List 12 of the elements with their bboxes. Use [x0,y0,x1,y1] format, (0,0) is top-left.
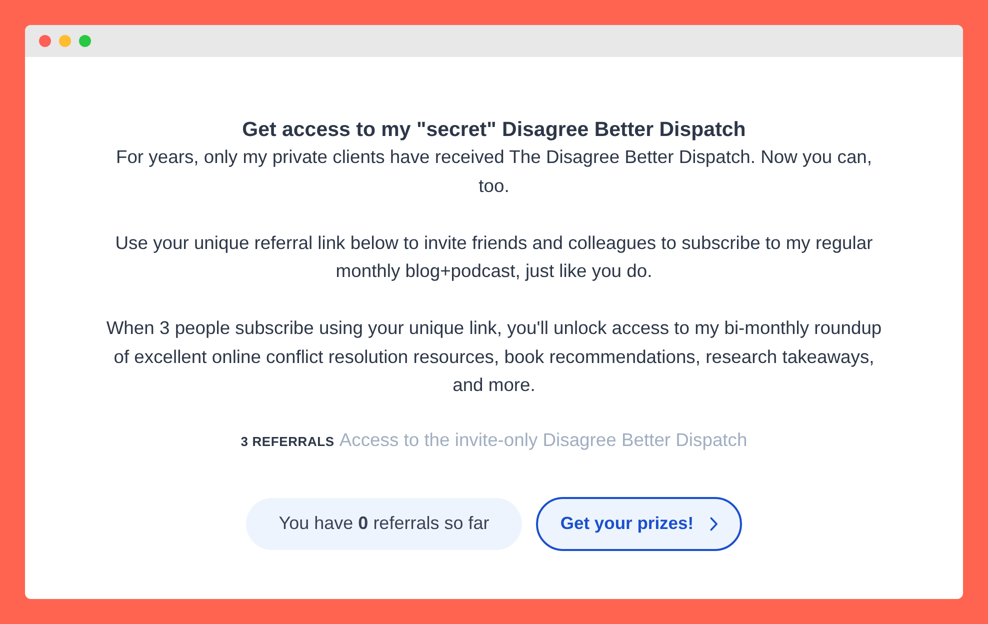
heading: Get access to my "secret" Disagree Better Dispatch [242,117,746,143]
referral-status-pill: You have 0 referrals so far [246,498,522,550]
window-minimize-icon[interactable] [59,35,71,47]
reward-description: Access to the invite-only Disagree Better Dispatch [339,428,748,450]
window-maximize-icon[interactable] [79,35,91,47]
get-prizes-button[interactable]: Get your prizes! [536,496,742,550]
reward-count-label: 3 REFERRALS [240,432,334,450]
body-paragraph: Use your unique referral link below to invite friends and colleagues to subscribe to my regular monthly blog+podcast, just like you do. [114,230,874,283]
chevron-right-icon [710,516,718,530]
body-paragraph: For years, only my private clients have received The Disagree Better Dispatch. Now you can, too. [114,145,874,198]
window-close-icon[interactable] [39,35,51,47]
body-paragraph: When 3 people subscribe using your unique link, you'll unlock access to my bi-monthly roundup of excellent online conflict resolution resources, book recommendations, research takeaways, and more. [105,316,883,397]
